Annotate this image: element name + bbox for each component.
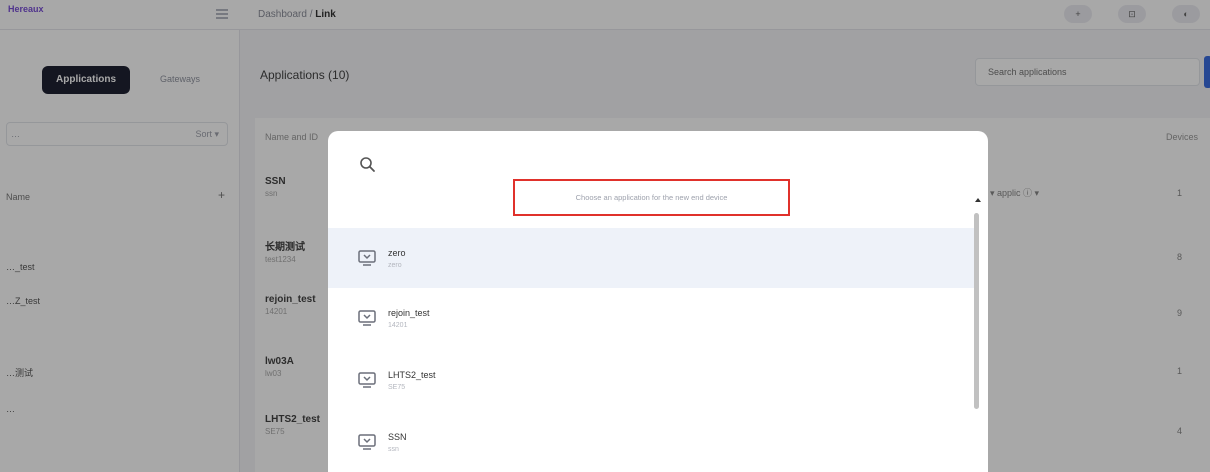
application-option[interactable]: LHTS2_test SE75 xyxy=(328,350,976,410)
option-id: SE75 xyxy=(388,384,406,391)
option-id: 14201 xyxy=(388,322,408,329)
option-id: zero xyxy=(388,262,402,269)
option-name: rejoin_test xyxy=(388,308,430,318)
scroll-up-arrow-icon[interactable] xyxy=(975,198,981,202)
option-name: SSN xyxy=(388,432,407,442)
application-picker-modal: zero zero rejoin_test 14201 LHTS2_test S… xyxy=(328,131,988,472)
application-option[interactable]: zero zero xyxy=(328,228,976,288)
application-icon xyxy=(358,310,376,326)
option-id: ssn xyxy=(388,446,399,453)
application-icon xyxy=(358,372,376,388)
application-icon xyxy=(358,250,376,266)
application-icon xyxy=(358,434,376,450)
option-name: zero xyxy=(388,248,406,258)
modal-scrollbar[interactable] xyxy=(974,213,979,409)
option-name: LHTS2_test xyxy=(388,370,436,380)
search-icon xyxy=(360,157,375,172)
application-option[interactable]: rejoin_test 14201 xyxy=(328,288,976,348)
application-option[interactable]: SSN ssn xyxy=(328,412,976,472)
application-search-input[interactable] xyxy=(513,179,790,216)
